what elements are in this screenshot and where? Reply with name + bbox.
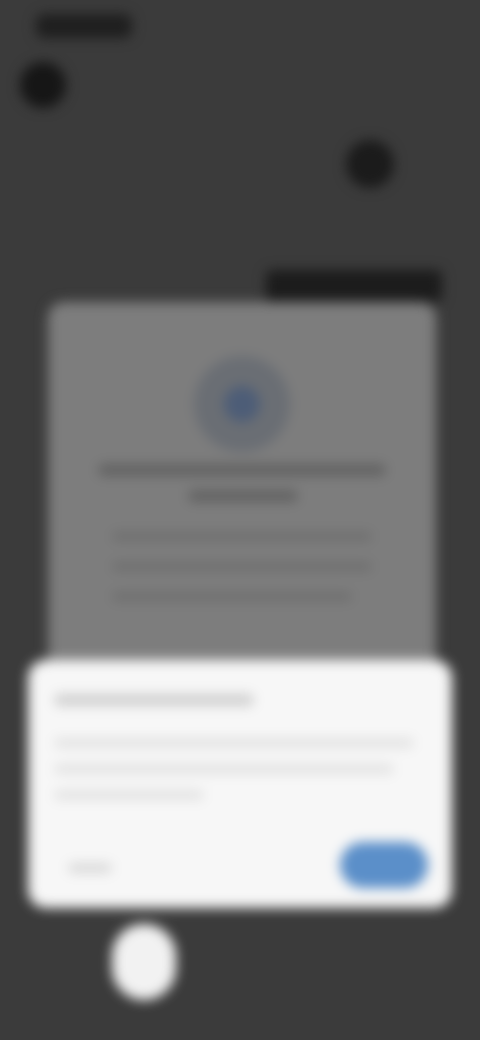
card-heading-line [188,490,298,502]
emblem-center [224,386,260,422]
card-text-line [112,532,372,541]
shield-icon [194,356,290,452]
dialog-text-line [54,764,394,774]
card-heading-line [98,464,386,476]
avatar[interactable] [346,140,394,188]
back-button[interactable] [20,62,66,108]
cancel-button[interactable] [58,850,128,886]
background-card [48,302,436,672]
status-bar [0,0,480,50]
dialog-text-line [54,790,204,800]
blurred-screen [0,0,480,1040]
cancel-label-placeholder [68,863,112,873]
bottom-sheet-dialog [28,660,452,908]
dialog-title [54,686,264,710]
dialog-text-line [54,738,414,748]
home-button[interactable] [112,924,176,1000]
card-text-line [112,562,372,571]
header-pill [266,270,442,302]
card-text-line [112,592,352,601]
status-time [36,14,132,38]
confirm-button[interactable] [340,842,428,888]
